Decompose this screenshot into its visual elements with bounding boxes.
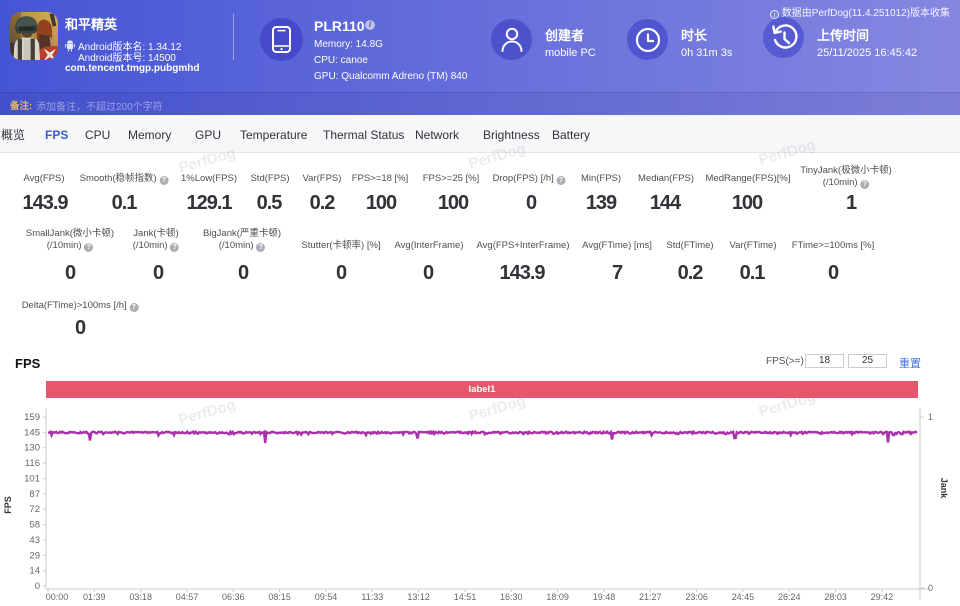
svg-text:1: 1 [928, 412, 933, 422]
svg-text:130: 130 [24, 443, 40, 454]
svg-text:72: 72 [29, 504, 40, 515]
svg-text:16:30: 16:30 [500, 592, 523, 602]
svg-text:29:42: 29:42 [871, 592, 894, 602]
svg-text:18:09: 18:09 [546, 592, 569, 602]
svg-text:00:00: 00:00 [46, 592, 69, 602]
svg-text:Jank: Jank [939, 478, 949, 500]
svg-text:13:12: 13:12 [407, 592, 430, 602]
svg-text:FPS: FPS [3, 496, 13, 514]
svg-text:23:06: 23:06 [685, 592, 708, 602]
svg-text:29: 29 [29, 550, 40, 561]
svg-text:04:57: 04:57 [176, 592, 199, 602]
svg-text:14:51: 14:51 [454, 592, 477, 602]
svg-text:145: 145 [24, 427, 40, 438]
svg-text:03:18: 03:18 [129, 592, 152, 602]
svg-text:0: 0 [928, 583, 933, 593]
svg-text:28:03: 28:03 [824, 592, 847, 602]
svg-text:08:15: 08:15 [268, 592, 291, 602]
svg-text:19:48: 19:48 [593, 592, 616, 602]
svg-text:09:54: 09:54 [315, 592, 338, 602]
svg-text:43: 43 [29, 535, 40, 546]
svg-text:24:45: 24:45 [732, 592, 755, 602]
svg-text:58: 58 [29, 520, 40, 531]
svg-text:26:24: 26:24 [778, 592, 801, 602]
svg-text:11:33: 11:33 [361, 592, 383, 602]
svg-text:116: 116 [25, 458, 40, 469]
svg-text:87: 87 [29, 489, 40, 500]
svg-text:14: 14 [29, 566, 40, 577]
svg-text:21:27: 21:27 [639, 592, 662, 602]
svg-text:01:39: 01:39 [83, 592, 106, 602]
svg-text:06:36: 06:36 [222, 592, 245, 602]
svg-text:159: 159 [24, 412, 40, 423]
svg-text:101: 101 [24, 474, 40, 485]
svg-text:0: 0 [35, 581, 40, 592]
